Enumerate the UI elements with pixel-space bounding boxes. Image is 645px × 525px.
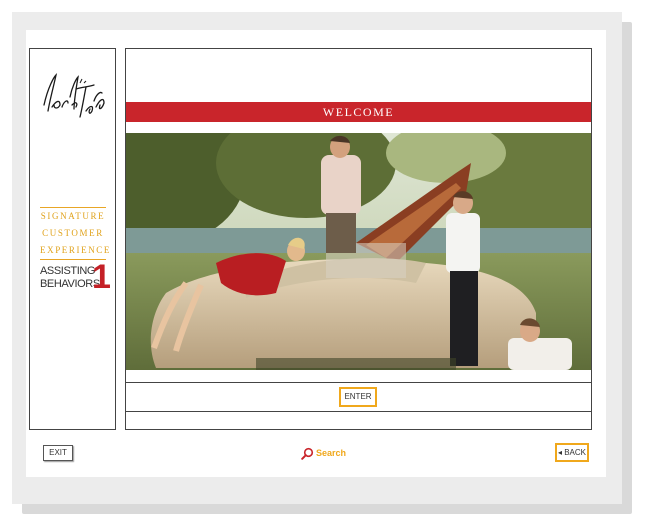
magnifier-icon bbox=[301, 447, 314, 460]
divider bbox=[126, 382, 591, 383]
program-line-2: CUSTOMER bbox=[42, 228, 104, 238]
exit-button[interactable]: EXIT bbox=[43, 445, 73, 461]
hero-image-icon bbox=[126, 133, 591, 370]
enter-button[interactable]: ENTER bbox=[339, 387, 377, 407]
module-title: ASSISTING BEHAVIORS 1 bbox=[40, 258, 112, 296]
main-panel: WELCOME ENTER bbox=[125, 48, 592, 430]
program-line-3: EXPERIENCE bbox=[40, 245, 111, 255]
signature-logo-icon bbox=[43, 73, 105, 118]
module-title-line-1: ASSISTING bbox=[40, 265, 96, 277]
welcome-banner: WELCOME bbox=[126, 102, 591, 122]
search-label: Search bbox=[316, 448, 347, 458]
module-number: 1 bbox=[92, 258, 111, 296]
module-title-line-2: BEHAVIORS bbox=[40, 278, 100, 290]
hero-photo bbox=[126, 133, 591, 370]
divider bbox=[126, 411, 591, 412]
program-line-1: SIGNATURE bbox=[40, 211, 106, 221]
search-link[interactable]: Search bbox=[301, 445, 346, 461]
sidebar: SIGNATURE CUSTOMER EXPERIENCE ASSISTING … bbox=[29, 48, 116, 430]
brand-logo bbox=[38, 67, 110, 127]
program-title: SIGNATURE CUSTOMER EXPERIENCE bbox=[40, 207, 111, 260]
back-button[interactable]: ◂ BACK bbox=[555, 443, 589, 462]
